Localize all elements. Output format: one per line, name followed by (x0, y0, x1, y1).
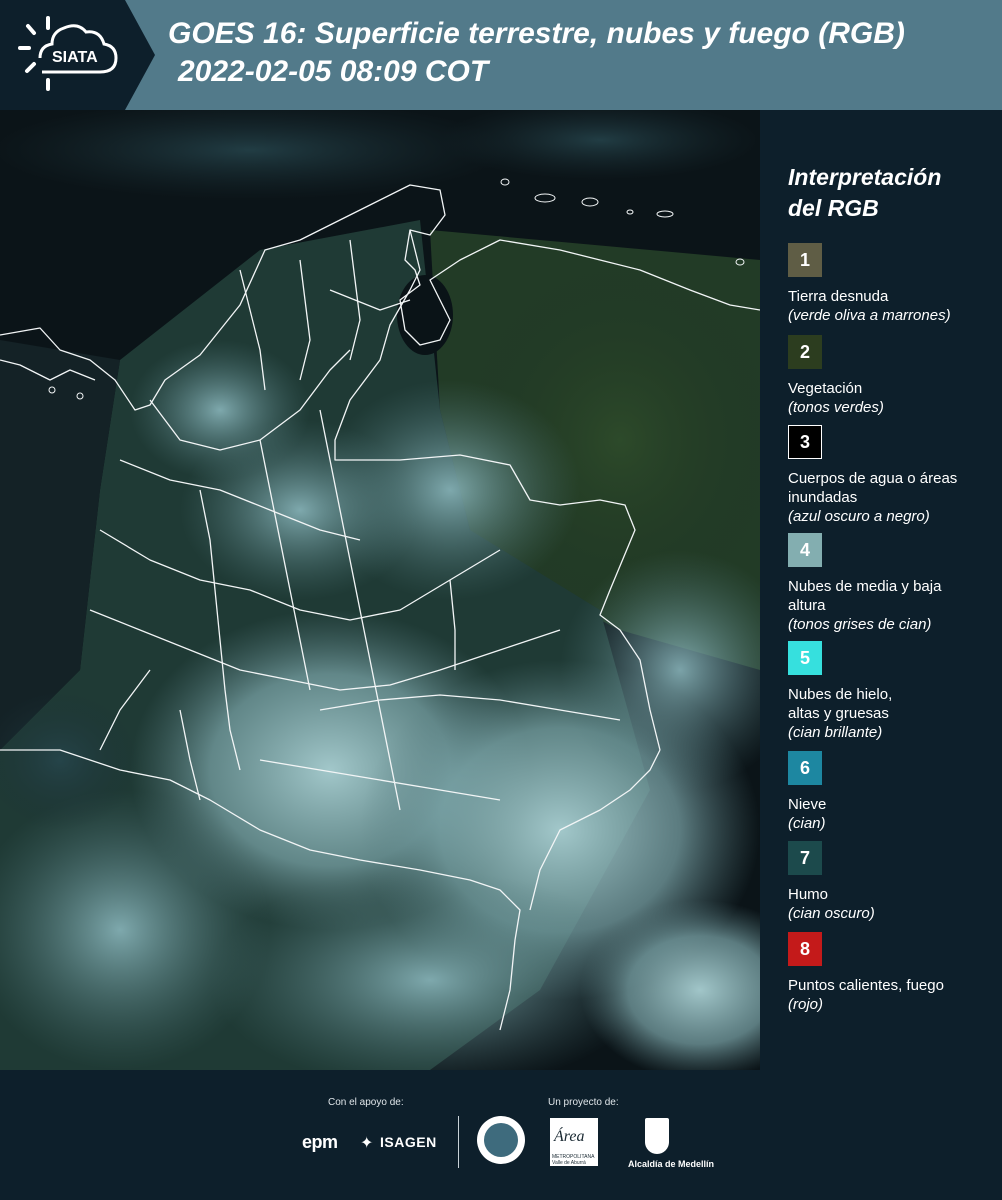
legend-item-label: Nieve (788, 796, 827, 813)
legend-title-line1: Interpretación (788, 164, 942, 190)
legend-item-mid-low-clouds: 4 Nubes de media y baja altura (tonos gr… (788, 533, 998, 634)
support-caption: Con el apoyo de: (328, 1097, 404, 1108)
legend-swatch: 1 (788, 243, 822, 277)
legend-item-label: Tierra desnuda (788, 288, 889, 305)
legend-item-note: (tonos verdes) (788, 399, 884, 416)
legend-item-note: (rojo) (788, 996, 824, 1013)
epm-logo: epm (302, 1132, 338, 1152)
legend-item-smoke: 7 Humo (cian oscuro) (788, 841, 998, 923)
legend-item-note: (cian oscuro) (788, 905, 875, 922)
legend-swatch: 8 (788, 932, 822, 966)
legend-swatch: 7 (788, 841, 822, 875)
legend-item-vegetation: 2 Vegetación (tonos verdes) (788, 335, 998, 417)
area-metropolitana-logo: Área METROPOLITANA Valle de Aburrá (550, 1118, 598, 1166)
legend-panel: Interpretación del RGB 1 Tierra desnuda … (760, 110, 1002, 1070)
satellite-image (0, 110, 760, 1070)
legend-item-label: Humo (788, 886, 829, 903)
footer-divider (458, 1116, 459, 1168)
alcaldia-label: Alcaldía de Medellín (628, 1159, 715, 1169)
isagen-logo: ISAGEN (380, 1134, 437, 1150)
legend-item-label: Nubes de media y baja altura (788, 578, 942, 614)
legend-swatch: 6 (788, 751, 822, 785)
legend-item-note: (cian brillante) (788, 724, 883, 741)
timestamp: 2022-02-05 08:09 COT (178, 55, 489, 88)
legend-title: Interpretación del RGB (788, 162, 988, 224)
legend-item-label: Nubes de hielo, altas y gruesas (788, 686, 893, 722)
legend-item-note: (tonos grises de cian) (788, 616, 932, 633)
legend-item-label: Cuerpos de agua o áreas inundadas (788, 470, 958, 506)
legend-item-bare-soil: 1 Tierra desnuda (verde oliva a marrones… (788, 243, 998, 325)
legend-item-label: Vegetación (788, 380, 863, 397)
legend-swatch: 4 (788, 533, 822, 567)
legend-item-snow: 6 Nieve (cian) (788, 751, 998, 833)
alcaldia-shield-icon (645, 1118, 669, 1154)
legend-title-line2: del RGB (788, 195, 879, 221)
isagen-mark-icon: ✦ (360, 1135, 374, 1152)
legend-item-fire: 8 Puntos calientes, fuego (rojo) (788, 932, 998, 1014)
siata-logo: SIATA (0, 0, 155, 110)
university-seal-icon (477, 1116, 525, 1164)
logo-text: SIATA (52, 49, 98, 66)
page-title: GOES 16: Superficie terrestre, nubes y f… (168, 17, 905, 50)
legend-item-note: (verde oliva a marrones) (788, 307, 951, 324)
header: SIATA GOES 16: Superficie terrestre, nub… (0, 0, 1002, 110)
legend-item-note: (cian) (788, 815, 826, 832)
legend-item-note: (azul oscuro a negro) (788, 508, 930, 525)
legend-swatch: 5 (788, 641, 822, 675)
satellite-map (0, 110, 760, 1070)
footer: Con el apoyo de: Un proyecto de: epm ✦ I… (0, 1070, 1002, 1200)
legend-item-label: Puntos calientes, fuego (788, 977, 944, 994)
legend-swatch: 3 (788, 425, 822, 459)
project-caption: Un proyecto de: (548, 1097, 619, 1108)
legend-item-water: 3 Cuerpos de agua o áreas inundadas (azu… (788, 425, 998, 526)
legend-swatch: 2 (788, 335, 822, 369)
legend-item-ice-clouds: 5 Nubes de hielo, altas y gruesas (cian … (788, 641, 998, 742)
